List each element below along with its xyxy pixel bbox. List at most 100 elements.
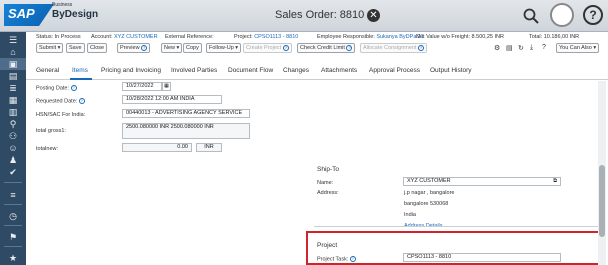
active-tab-indicator <box>70 78 92 80</box>
you-can-also-button[interactable]: You Can Also ▾ <box>556 43 600 53</box>
posting-date-help-icon[interactable]: ? <box>70 85 77 91</box>
menu-icon[interactable]: ☰ <box>0 34 26 46</box>
follow-up-label: Follow-Up <box>209 45 234 51</box>
tab-document-flow[interactable]: Document Flow <box>228 67 273 74</box>
download-icon[interactable]: ⤓ <box>530 44 533 52</box>
clock-icon[interactable]: ◷ <box>0 210 26 222</box>
check-credit-help-icon: ? <box>346 44 353 51</box>
requested-date-help-icon[interactable]: ? <box>78 98 85 104</box>
pin-icon[interactable]: ⚲ <box>0 118 26 130</box>
check-credit-label: Check Credit Limit <box>300 45 345 51</box>
check-credit-limit-button[interactable]: Check Credit Limit ? <box>297 43 356 53</box>
tab-items[interactable]: Items <box>72 67 88 74</box>
logo-business-text: Business <box>52 2 73 8</box>
highlight-box <box>306 231 604 265</box>
allocate-label: Allocate Consignment <box>363 45 417 51</box>
tab-changes[interactable]: Changes <box>283 67 309 74</box>
close-icon[interactable]: ✕ <box>367 9 380 22</box>
team-icon[interactable]: ⚇ <box>0 130 26 142</box>
ship-to-name-value: XYZ CUSTOMER <box>407 178 451 184</box>
sidebar-divider <box>4 225 22 226</box>
document-icon[interactable]: ▤ <box>0 70 26 82</box>
allocate-help-icon: ? <box>418 44 425 51</box>
logo-sap-text: SAP <box>8 6 35 21</box>
flag-icon[interactable]: ⚑ <box>0 231 26 243</box>
tasks-icon[interactable]: ✔ <box>0 166 26 178</box>
extref-label: External Reference: <box>165 34 214 40</box>
totalnew-field[interactable]: 0.00 <box>122 143 192 152</box>
user-icon[interactable]: ☺ <box>0 142 26 154</box>
page-title: Sales Order: 8810 <box>275 9 365 21</box>
preview-label: Preview <box>120 45 140 51</box>
submit-button[interactable]: Submit ▾ <box>36 43 64 53</box>
report-icon[interactable]: ▦ <box>0 94 26 106</box>
save-button[interactable]: Save <box>66 43 85 53</box>
logo-bydesign-text: ByDesign <box>52 9 99 20</box>
new-button[interactable]: New ▾ <box>161 43 183 53</box>
group-icon[interactable]: ♟ <box>0 154 26 166</box>
create-project-help-icon: ? <box>282 44 289 51</box>
close-button[interactable]: Close <box>87 43 108 53</box>
posting-date-label-text: Posting Date: <box>36 85 70 92</box>
layers-icon[interactable]: ≡ <box>0 189 26 201</box>
sales-icon[interactable]: ▣ <box>0 58 26 70</box>
status-label: Status: <box>36 34 54 40</box>
list-icon[interactable]: ≣ <box>0 82 26 94</box>
copy-label: Copy <box>186 45 199 51</box>
total-label: Total: <box>529 34 543 40</box>
posting-date-field[interactable]: 10/27/2022 <box>122 82 162 91</box>
preview-button[interactable]: Preview ? <box>117 43 151 53</box>
address-line-2: bangalore 530068 <box>404 201 449 207</box>
external-reference-info: External Reference: <box>165 34 214 40</box>
sap-logo[interactable]: SAP <box>4 4 54 26</box>
chart-icon[interactable]: ▥ <box>0 106 26 118</box>
copy-button[interactable]: Copy <box>183 43 202 53</box>
sidebar-divider <box>4 246 22 247</box>
project-link[interactable]: CPSO1113 - 8810 <box>254 34 298 40</box>
help-icon[interactable]: ? <box>583 5 603 25</box>
hsn-field[interactable]: 00440013 - ADVERTISING AGENCY SERVICE <box>122 109 250 118</box>
refresh-icon[interactable]: ↻ <box>518 44 524 52</box>
print-icon[interactable]: ▤ <box>506 44 513 52</box>
tab-pricing-and-invoicing[interactable]: Pricing and Invoicing <box>101 67 161 74</box>
close-label: Close <box>90 45 105 51</box>
star-icon[interactable]: ★ <box>0 252 26 264</box>
requested-date-field[interactable]: 10/28/2022 12:00 AM INDIA <box>122 95 222 104</box>
ship-to-heading: Ship-To <box>317 166 340 173</box>
account-label: Account: <box>91 34 113 40</box>
calendar-icon[interactable]: ▦ <box>162 82 171 91</box>
tab-involved-parties[interactable]: Involved Parties <box>171 67 217 74</box>
account-info: Account: XYZ CUSTOMER <box>91 34 158 40</box>
sidebar: ☰ ⌂ ▣ ▤ ≣ ▦ ▥ ⚲ ⚇ ☺ ♟ ✔ ≡ ◷ ⚑ ★ <box>0 32 26 265</box>
ship-to-name-field[interactable]: XYZ CUSTOMER ⧉ <box>403 177 561 186</box>
copy-icon[interactable]: ⧉ <box>553 178 557 185</box>
tab-output-history[interactable]: Output History <box>430 67 472 74</box>
totalnew-currency-field[interactable]: INR <box>196 143 222 152</box>
scrollbar-thumb[interactable] <box>599 165 605 237</box>
settings-icon[interactable]: ⚙ <box>494 44 500 52</box>
submit-label: Submit <box>39 45 57 51</box>
avatar[interactable] <box>550 3 574 27</box>
new-label: New <box>164 45 176 51</box>
employee-label: Employee Responsible: <box>317 34 375 40</box>
create-project-button[interactable]: Create Project ? <box>243 43 292 53</box>
tab-attachments[interactable]: Attachments <box>321 67 357 74</box>
net-value-label: Net Value w/o Freight: <box>416 34 471 40</box>
tab-approval-process[interactable]: Approval Process <box>369 67 420 74</box>
total-gross-label: total gross1: <box>36 128 66 134</box>
follow-up-button[interactable]: Follow-Up ▾ <box>206 43 242 53</box>
search-icon[interactable] <box>523 8 539 24</box>
home-icon[interactable]: ⌂ <box>0 46 26 58</box>
total-info: Total: 10.186,00 INR <box>529 34 579 40</box>
tab-general[interactable]: General <box>36 67 59 74</box>
help-small-icon[interactable]: ? <box>542 44 546 51</box>
project-info: Project: CPSO1113 - 8810 <box>234 34 298 40</box>
ship-to-address-label: Address: <box>317 190 339 196</box>
net-value: 8.500,25 INR <box>471 34 504 40</box>
allocate-consignment-button[interactable]: Allocate Consignment ? <box>360 43 428 53</box>
posting-date-label: Posting Date: ? <box>36 85 77 91</box>
account-link[interactable]: XYZ CUSTOMER <box>114 34 158 40</box>
total-gross-field[interactable]: 2500.080000 INR 2500.080000 INR <box>122 123 250 139</box>
preview-help-icon: ? <box>141 44 148 51</box>
tab-bar: General Items Pricing and Invoicing Invo… <box>26 62 608 80</box>
